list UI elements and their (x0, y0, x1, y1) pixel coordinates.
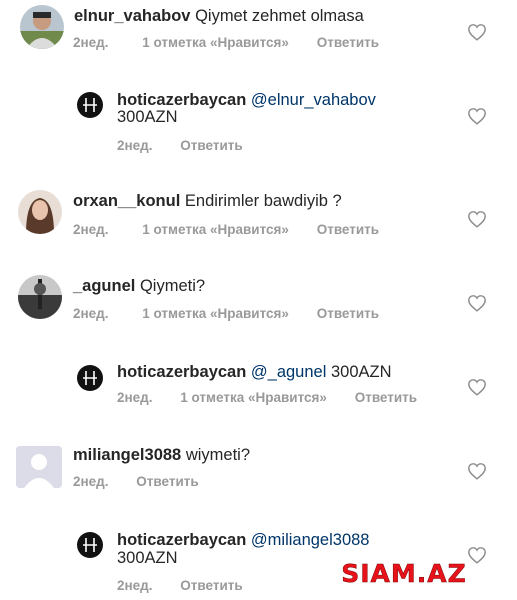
hotic-logo-icon (77, 532, 103, 558)
comment-username[interactable]: elnur_vahabov (74, 7, 190, 25)
heart-icon[interactable] (467, 294, 487, 312)
comment-mention[interactable]: @elnur_vahabov (251, 91, 376, 109)
comment-meta: 2нед. 1 отметка «Нравится» Ответить (73, 306, 399, 321)
avatar[interactable] (18, 275, 62, 319)
comment-time: 2нед. (117, 138, 153, 153)
comment-text: Qiymet zehmet olmasa (195, 7, 364, 25)
comment-username[interactable]: hoticazerbaycan (117, 531, 246, 549)
comment-text-line: hoticazerbaycan @_agunel 300AZN (117, 362, 392, 382)
watermark-logo: SIAM.AZ (336, 556, 472, 592)
comment-time: 2нед. (73, 306, 109, 321)
likes-count-link[interactable]: 1 отметка «Нравится» (180, 390, 327, 405)
comment-username[interactable]: hoticazerbaycan (117, 363, 246, 381)
comment-mention[interactable]: @miliangel3088 (251, 531, 370, 549)
comment-text-line: miliangel3088 wiymeti? (73, 445, 250, 465)
hotic-logo-icon (77, 365, 103, 391)
comment-username[interactable]: miliangel3088 (73, 446, 181, 464)
comment-text-line: elnur_vahabov Qiymet zehmet olmasa (74, 6, 364, 26)
heart-icon[interactable] (467, 23, 487, 41)
reply-link[interactable]: Ответить (136, 474, 198, 489)
comment-meta: 2нед. Ответить (117, 138, 263, 153)
comment-time: 2нед. (73, 35, 109, 50)
comment-username[interactable]: _agunel (73, 277, 135, 295)
reply-link[interactable]: Ответить (317, 306, 379, 321)
likes-count-link[interactable]: 1 отметка «Нравится» (142, 35, 289, 50)
comment-time: 2нед. (73, 222, 109, 237)
reply-link[interactable]: Ответить (180, 578, 242, 593)
avatar[interactable] (16, 446, 62, 488)
avatar[interactable] (77, 365, 103, 391)
hotic-logo-icon (77, 92, 103, 118)
reply-link[interactable]: Ответить (317, 222, 379, 237)
comment-text: wiymeti? (185, 446, 251, 464)
reply-link[interactable]: Ответить (180, 138, 242, 153)
comment-text-line: _agunel Qiymeti? (73, 276, 205, 296)
comment-username[interactable]: orxan__konul (73, 192, 180, 210)
comment-meta: 2нед. 1 отметка «Нравится» Ответить (73, 35, 399, 50)
likes-count-link[interactable]: 1 отметка «Нравится» (142, 222, 289, 237)
default-avatar-icon (16, 446, 62, 488)
heart-icon[interactable] (467, 210, 487, 228)
comment-time: 2нед. (117, 390, 153, 405)
watermark-text: SIAM.AZ (341, 559, 467, 589)
comment-time: 2нед. (73, 474, 109, 489)
heart-icon[interactable] (467, 462, 487, 480)
comment-meta: 2нед. 1 отметка «Нравится» Ответить (73, 222, 399, 237)
comment-text-line: orxan__konul Endirimler bawdiyib ? (73, 191, 342, 211)
heart-icon[interactable] (467, 107, 487, 125)
comment-text: Qiymeti? (139, 277, 206, 295)
comment-meta: 2нед. Ответить (73, 474, 219, 489)
comment-text-line: hoticazerbaycan @miliangel3088 (117, 530, 369, 550)
reply-link[interactable]: Ответить (355, 390, 417, 405)
avatar[interactable] (20, 5, 64, 49)
likes-count-link[interactable]: 1 отметка «Нравится» (142, 306, 289, 321)
comment-text: 300AZN (117, 549, 178, 567)
reply-link[interactable]: Ответить (317, 35, 379, 50)
comment-text: 300AZN (330, 363, 392, 381)
avatar[interactable] (18, 190, 62, 234)
comment-meta: 2нед. 1 отметка «Нравится» Ответить (117, 390, 437, 405)
heart-icon[interactable] (467, 378, 487, 396)
comment-meta: 2нед. Ответить (117, 578, 263, 593)
comment-time: 2нед. (117, 578, 153, 593)
avatar[interactable] (77, 92, 103, 118)
comment-mention[interactable]: @_agunel (251, 363, 326, 381)
comment-text: 300AZN (117, 108, 178, 126)
avatar[interactable] (77, 532, 103, 558)
comment-text: Endirimler bawdiyib ? (184, 192, 342, 210)
